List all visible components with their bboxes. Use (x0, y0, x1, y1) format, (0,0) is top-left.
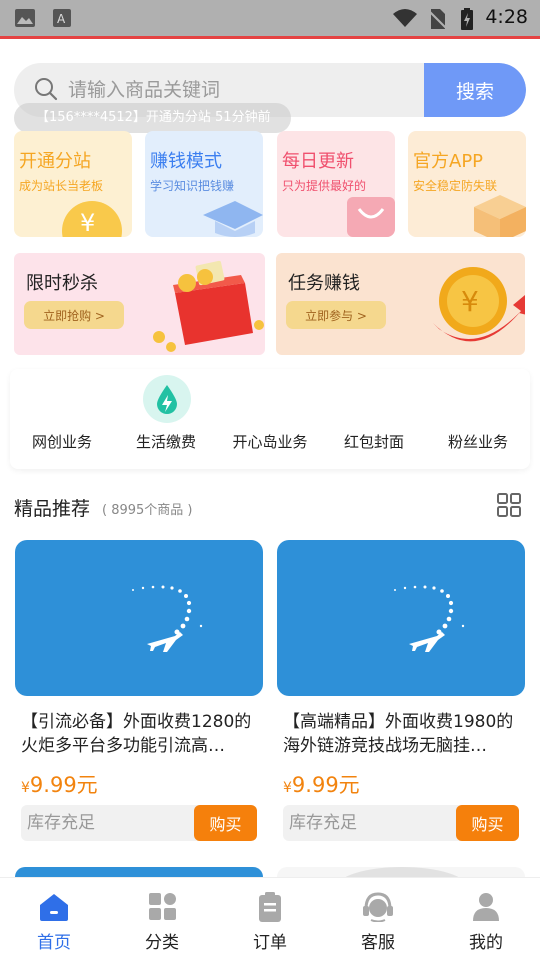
feature-card-official-app[interactable]: 官方APP 安全稳定防失联 (408, 131, 526, 237)
price-value: 9.99元 (291, 773, 360, 797)
feature-card-subtitle: 学习知识把钱赚 (150, 179, 235, 193)
services-row: 网创业务 生活缴费 开心岛业务 红包封面 粉丝业务 (10, 369, 530, 469)
svg-text:A: A (57, 12, 66, 26)
status-time: 4:28 (485, 6, 528, 28)
buy-button[interactable]: 购买 (456, 805, 519, 841)
service-item-red-packet-cover[interactable]: 红包封面 (322, 369, 426, 469)
water-drop-bolt-icon (143, 375, 191, 423)
promo-flash-sale[interactable]: 限时秒杀 立即抢购 > (14, 253, 265, 355)
service-item-happy-island[interactable]: 开心岛业务 (218, 369, 322, 469)
svg-text:¥: ¥ (80, 209, 95, 237)
service-label: 粉丝业务 (447, 433, 508, 451)
tab-home[interactable]: 首页 (0, 878, 108, 960)
feature-card-open-substation[interactable]: 开通分站 成为站长当老板 ¥ (14, 131, 132, 237)
price-currency: ¥ (21, 780, 30, 796)
font-icon: A (53, 9, 71, 27)
image-icon (15, 9, 35, 27)
promo-title: 任务赚钱 (288, 273, 360, 294)
section-title: 精品推荐 (14, 498, 91, 520)
home-icon (40, 894, 68, 921)
battery-icon (461, 8, 473, 30)
service-label: 网创业务 (31, 433, 92, 451)
svg-text:¥: ¥ (461, 285, 479, 318)
wifi-icon (393, 9, 417, 27)
tab-profile[interactable]: 我的 (432, 878, 540, 960)
stock-bar: 库存充足 购买 (283, 805, 519, 841)
feature-card-title: 官方APP (413, 151, 484, 172)
feature-card-daily-update[interactable]: 每日更新 只为提供最好的 (277, 131, 395, 237)
tab-label: 我的 (469, 933, 503, 953)
stock-status: 库存充足 (27, 813, 95, 833)
service-item-fans[interactable]: 粉丝业务 (426, 369, 530, 469)
status-bar: A 4:28 (0, 0, 540, 36)
product-card-peek[interactable] (15, 867, 263, 877)
gold-coin-arrow-icon: ¥ (433, 267, 525, 342)
promo-button[interactable]: 立即参与 > (286, 301, 386, 329)
product-name: 【引流必备】外面收费1280的火炬多平台多功能引流高… (21, 712, 252, 756)
feature-card-title: 每日更新 (282, 151, 354, 172)
plane-loading-icon (132, 585, 203, 652)
plane-loading-icon (394, 585, 465, 652)
service-item-life-payment[interactable]: 生活缴费 (114, 369, 218, 469)
feature-card-subtitle: 只为提供最好的 (282, 179, 367, 193)
product-price: ¥9.99元 (283, 769, 360, 799)
user-icon (473, 893, 499, 921)
no-sim-icon (427, 9, 447, 29)
stock-status: 库存充足 (289, 813, 357, 833)
feature-card-earn-mode[interactable]: 赚钱模式 学习知识把钱赚 (145, 131, 263, 237)
tab-label: 分类 (145, 933, 179, 953)
grid-view-icon[interactable] (497, 493, 521, 517)
feature-card-title: 赚钱模式 (150, 151, 222, 172)
product-thumbnail[interactable] (277, 540, 525, 696)
search-icon (35, 78, 58, 101)
home-page: 搜索 【156****4512】开通为分站 51分钟前 开通分站 成为站长当老板… (0, 39, 540, 877)
stock-bar: 库存充足 购买 (21, 805, 257, 841)
tab-customer-service[interactable]: 客服 (324, 878, 432, 960)
box-icon (474, 195, 526, 237)
section-count: ( 8995个商品 ) (102, 503, 193, 518)
red-envelope-box-icon (153, 260, 264, 352)
promo-title: 限时秒杀 (26, 273, 98, 294)
search-button[interactable]: 搜索 (424, 63, 526, 117)
activity-ticker: 【156****4512】开通为分站 51分钟前 (14, 103, 291, 133)
service-item-online-business[interactable]: 网创业务 (10, 369, 114, 469)
buy-button[interactable]: 购买 (194, 805, 257, 841)
service-label: 生活缴费 (135, 433, 196, 451)
feature-card-title: 开通分站 (19, 151, 91, 172)
tab-label: 客服 (361, 933, 395, 953)
shopping-bag-icon (347, 197, 395, 237)
service-label: 红包封面 (343, 433, 404, 451)
price-value: 9.99元 (29, 773, 98, 797)
category-grid-icon (149, 893, 176, 920)
tab-orders[interactable]: 订单 (216, 878, 324, 960)
product-price: ¥9.99元 (21, 769, 98, 799)
tab-label: 首页 (37, 933, 71, 953)
product-card-peek[interactable] (277, 867, 525, 877)
headset-icon (363, 892, 393, 922)
tab-label: 订单 (253, 933, 287, 953)
graduation-cap-icon (203, 201, 263, 237)
price-currency: ¥ (283, 780, 292, 796)
bottom-tab-bar: 首页 分类 订单 客服 我的 (0, 877, 540, 960)
promo-button[interactable]: 立即抢购 > (24, 301, 124, 329)
clipboard-icon (259, 892, 281, 922)
product-thumbnail[interactable] (15, 540, 263, 696)
service-label: 开心岛业务 (232, 433, 308, 451)
product-name: 【高端精品】外面收费1980的海外链游竞技战场无脑挂… (283, 712, 514, 756)
promo-task-earn[interactable]: 任务赚钱 立即参与 > ¥ (276, 253, 525, 355)
yen-coin-icon: ¥ (62, 201, 122, 237)
tab-category[interactable]: 分类 (108, 878, 216, 960)
